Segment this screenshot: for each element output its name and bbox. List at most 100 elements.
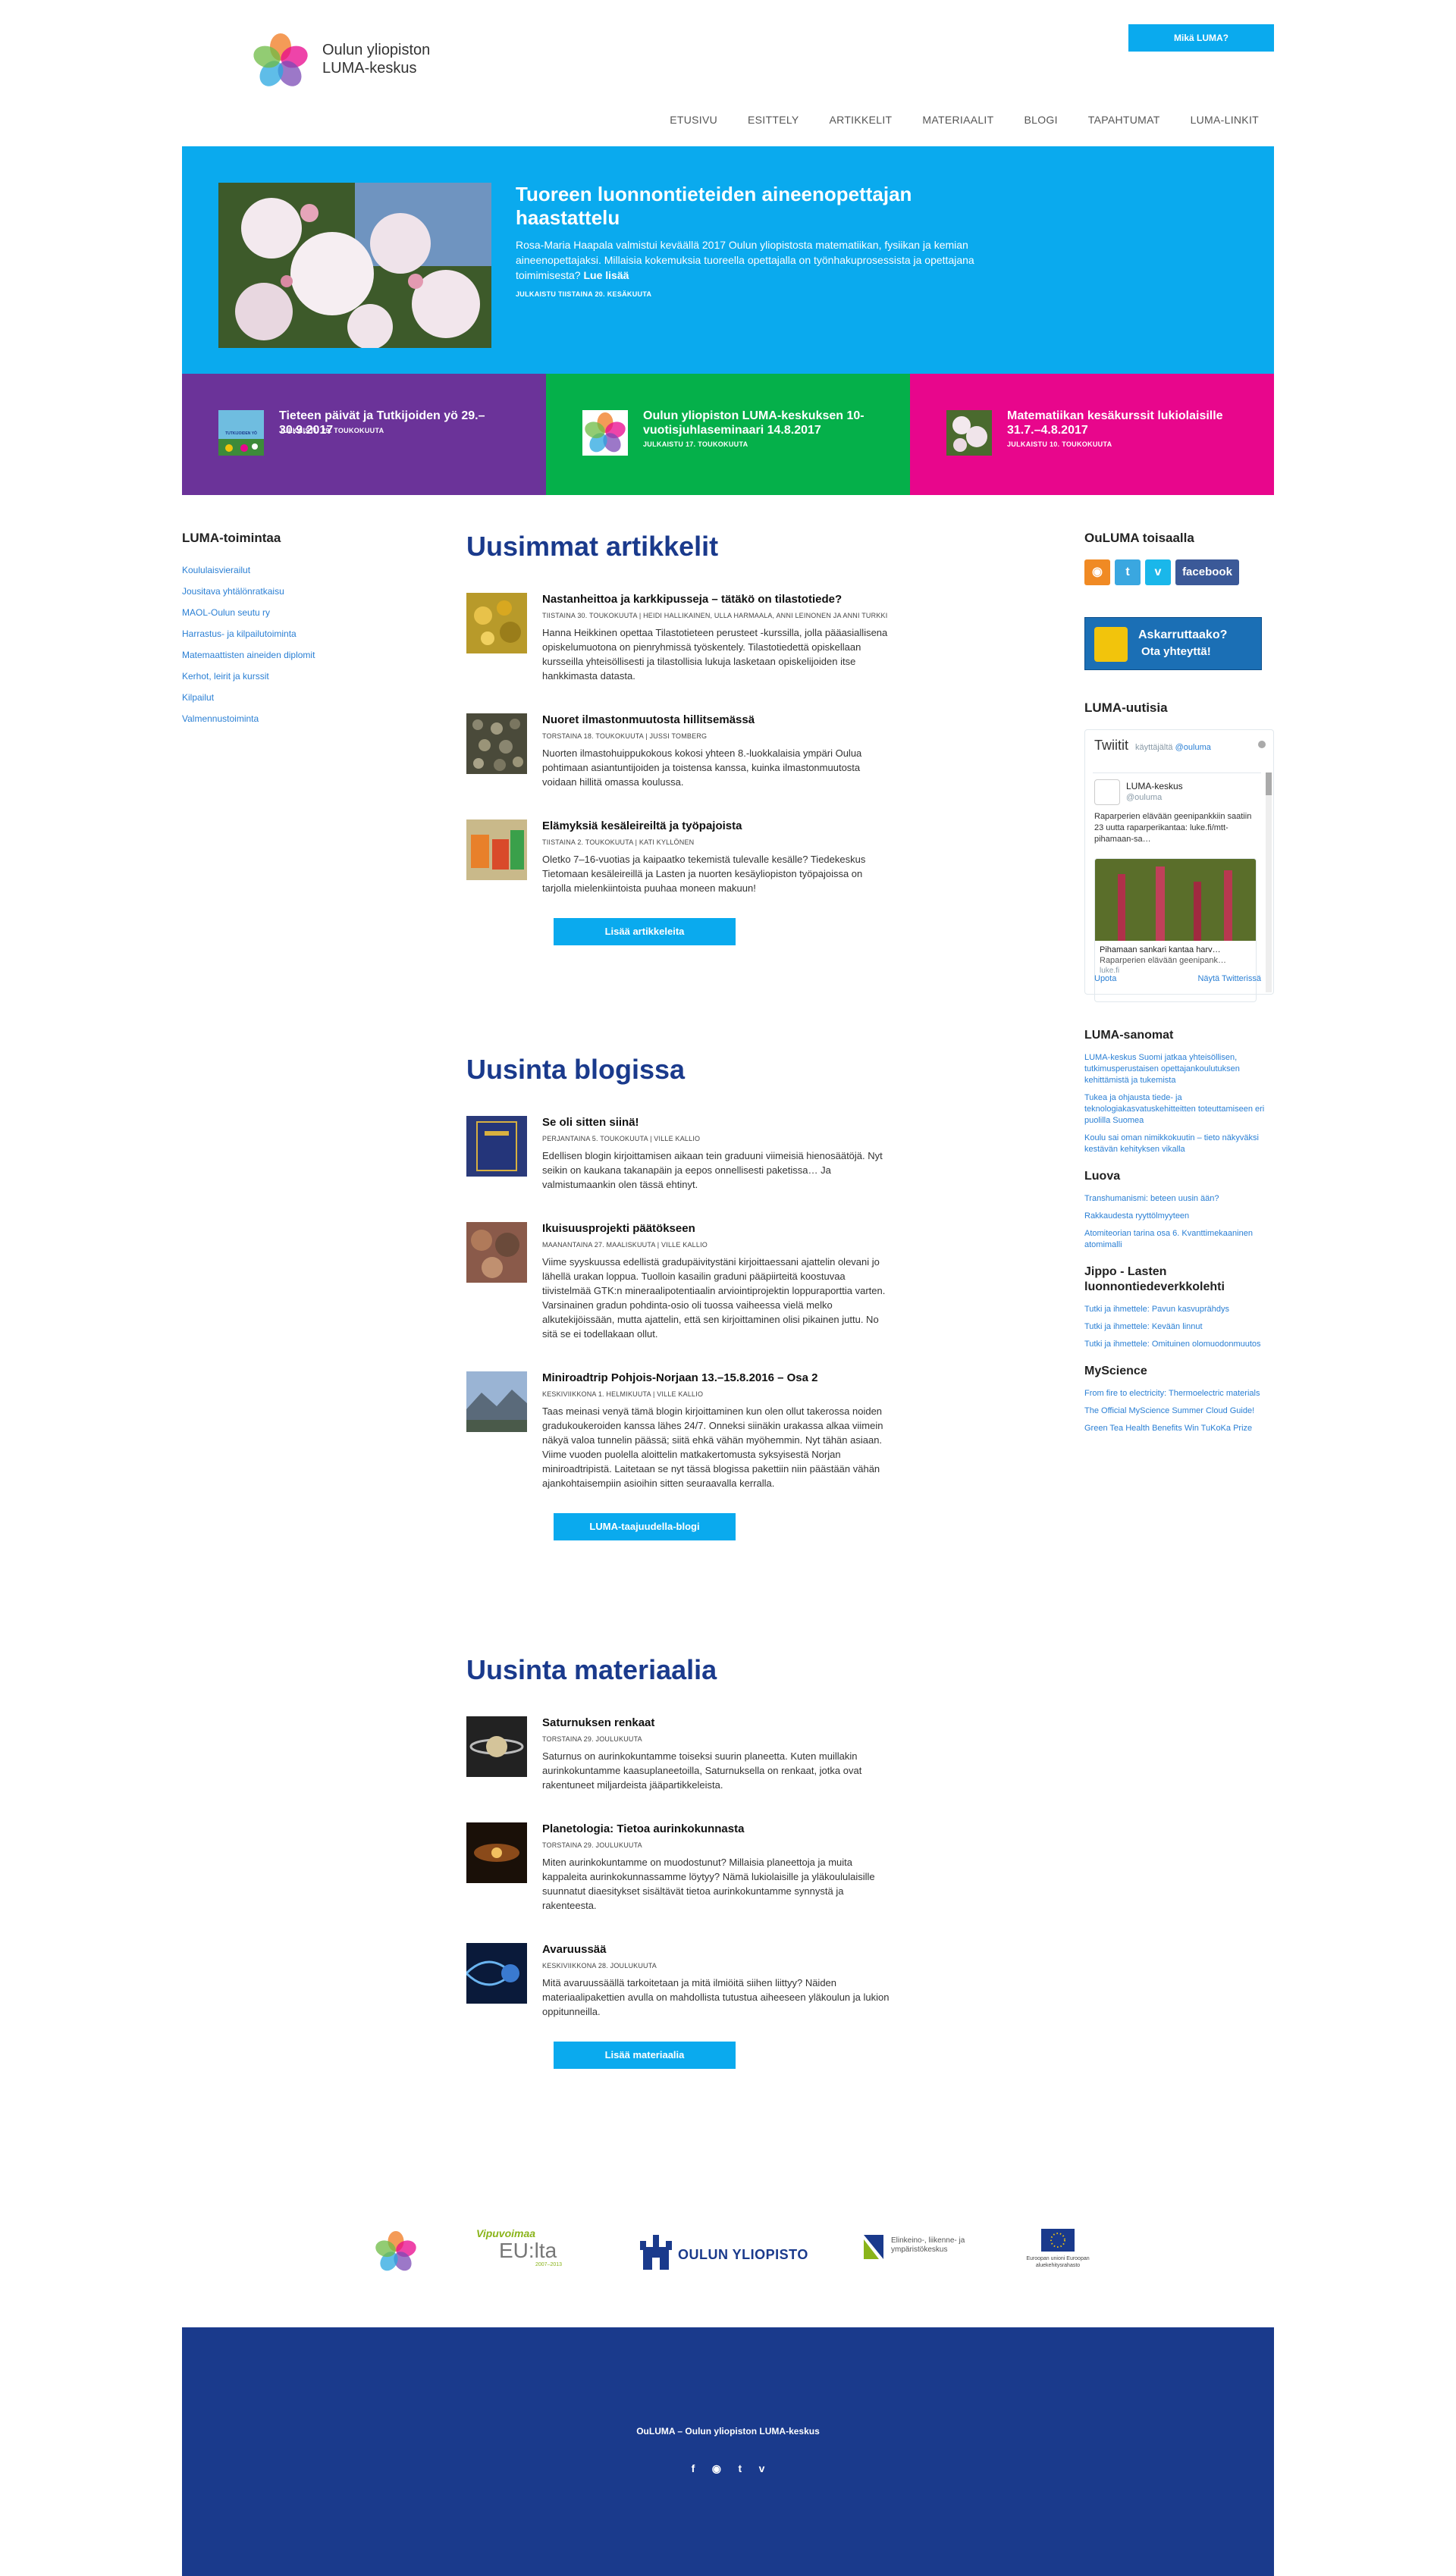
- sidebar-link[interactable]: Koululaisvierailut: [182, 559, 364, 581]
- blog-item[interactable]: Se oli sitten siinä! PERJANTAINA 5. TOUK…: [466, 1116, 891, 1192]
- blog-title[interactable]: Se oli sitten siinä!: [542, 1116, 891, 1130]
- blog-title[interactable]: Miniroadtrip Pohjois-Norjaan 13.–15.8.20…: [542, 1371, 891, 1385]
- rss-icon[interactable]: ◉: [712, 2462, 721, 2475]
- myscience-link[interactable]: Green Tea Health Benefits Win TuKoKa Pri…: [1084, 1423, 1274, 1434]
- hero-image[interactable]: [218, 183, 491, 348]
- twitter-scrollbar[interactable]: [1266, 772, 1272, 992]
- material-thumb[interactable]: [466, 1822, 527, 1883]
- jippo-link[interactable]: Tutki ja ihmettele: Kevään linnut: [1084, 1321, 1274, 1333]
- sidebar-link[interactable]: Harrastus- ja kilpailutoiminta: [182, 623, 364, 644]
- sanomat-link[interactable]: Koulu sai oman nimikkokuutin – tieto näk…: [1084, 1133, 1274, 1155]
- hero-title[interactable]: Tuoreen luonnontieteiden aineenopettajan…: [516, 183, 1016, 230]
- material-title[interactable]: Saturnuksen renkaat: [542, 1716, 891, 1730]
- blog-item[interactable]: Miniroadtrip Pohjois-Norjaan 13.–15.8.20…: [466, 1371, 891, 1490]
- material-title[interactable]: Avaruussää: [542, 1943, 891, 1957]
- blog-title[interactable]: Ikuisuusprojekti päätökseen: [542, 1222, 891, 1236]
- article-title[interactable]: Nastanheittoa ja karkkipusseja – tätäkö …: [542, 593, 891, 606]
- jippo-link[interactable]: Tutki ja ihmettele: Omituinen olomuodonm…: [1084, 1339, 1274, 1350]
- tweet-handle[interactable]: @ouluma: [1126, 793, 1162, 802]
- sidebar-link[interactable]: Kerhot, leirit ja kurssit: [182, 666, 364, 687]
- ask-contact-banner[interactable]: Askarruttaako? Ota yhteyttä!: [1084, 617, 1262, 670]
- article-title[interactable]: Nuoret ilmastonmuutosta hillitsemässä: [542, 713, 891, 727]
- tweet[interactable]: LUMA-keskus @ouluma Raparperien elävään …: [1093, 772, 1261, 1002]
- sidebar-link[interactable]: Valmennustoiminta: [182, 708, 364, 729]
- more-articles-button[interactable]: Lisää artikkeleita: [554, 918, 736, 945]
- tile-title[interactable]: Oulun yliopiston LUMA-keskuksen 10-vuoti…: [643, 409, 893, 437]
- sidebar-link[interactable]: Matemaattisten aineiden diplomit: [182, 644, 364, 666]
- blog-thumb[interactable]: [466, 1116, 527, 1177]
- blog-section: Uusinta blogissa Se oli sitten siinä! PE…: [466, 1054, 891, 1540]
- twitter-widget[interactable]: Twiitit käyttäjältä @ouluma LUMA-keskus …: [1084, 729, 1274, 1002]
- nav-esittely[interactable]: ESITTELY: [733, 114, 814, 126]
- luova-link[interactable]: Transhumanismi: beteen uusin ään?: [1084, 1193, 1274, 1205]
- material-thumb[interactable]: [466, 1943, 527, 2004]
- blog-item[interactable]: Ikuisuusprojekti päätökseen MAANANTAINA …: [466, 1222, 891, 1341]
- material-item[interactable]: Saturnuksen renkaat TORSTAINA 29. JOULUK…: [466, 1716, 891, 1792]
- nav-materiaalit[interactable]: MATERIAALIT: [907, 114, 1009, 126]
- material-item[interactable]: Planetologia: Tietoa aurinkokunnasta TOR…: [466, 1822, 891, 1913]
- blog-button[interactable]: LUMA-taajuudella-blogi: [554, 1513, 736, 1540]
- view-on-twitter-link[interactable]: Näytä Twitterissä: [1197, 974, 1261, 983]
- nav-artikkelit[interactable]: ARTIKKELIT: [814, 114, 908, 126]
- site-logo[interactable]: Oulun yliopiston LUMA-keskus: [250, 30, 508, 91]
- tile-image: TUTKIJOIDEN YÖ: [218, 410, 264, 456]
- twitter-icon[interactable]: t: [1115, 559, 1141, 585]
- material-thumb[interactable]: [466, 1716, 527, 1777]
- tile-juhlaseminaari[interactable]: Oulun yliopiston LUMA-keskuksen 10-vuoti…: [546, 374, 910, 495]
- hero-read-more[interactable]: Lue lisää: [583, 269, 629, 281]
- twitter-widget-title: Twiitit käyttäjältä @ouluma: [1094, 738, 1211, 753]
- myscience-link[interactable]: From fire to electricity: Thermoelectric…: [1084, 1388, 1274, 1399]
- footer-social: f ◉ t v: [182, 2462, 1274, 2476]
- ely-keskus-logo[interactable]: Elinkeino-, liikenne- ja ympäristökeskus: [861, 2232, 974, 2270]
- luma-logo[interactable]: [373, 2229, 419, 2274]
- material-item[interactable]: Avaruussää KESKIVIIKKONA 28. JOULUKUUTA …: [466, 1943, 891, 2019]
- vimeo-icon[interactable]: v: [759, 2462, 765, 2474]
- sidebar-link[interactable]: Jousitava yhtälönratkaisu: [182, 581, 364, 602]
- nav-etusivu[interactable]: ETUSIVU: [654, 114, 733, 126]
- facebook-icon[interactable]: f: [692, 2462, 695, 2474]
- article-item[interactable]: Elämyksiä kesäleireiltä ja työpajoista T…: [466, 819, 891, 895]
- twitter-icon[interactable]: t: [738, 2462, 742, 2474]
- myscience-link[interactable]: The Official MyScience Summer Cloud Guid…: [1084, 1406, 1274, 1417]
- article-thumb[interactable]: [466, 713, 527, 774]
- article-item[interactable]: Nuoret ilmastonmuutosta hillitsemässä TO…: [466, 713, 891, 789]
- hero-banner[interactable]: Tuoreen luonnontieteiden aineenopettajan…: [182, 146, 1274, 374]
- nav-luma-linkit[interactable]: LUMA-LINKIT: [1175, 114, 1274, 126]
- tile-tieteen-paivat[interactable]: TUTKIJOIDEN YÖ Tieteen päivät ja Tutkijo…: [182, 374, 546, 495]
- oulun-yliopisto-logo[interactable]: OULUN YLIOPISTO: [637, 2230, 811, 2273]
- blog-thumb[interactable]: [466, 1222, 527, 1283]
- blog-thumb[interactable]: [466, 1371, 527, 1432]
- luova-link[interactable]: Rakkaudesta ryyttölmyyteen: [1084, 1211, 1274, 1222]
- sanomat-link[interactable]: LUMA-keskus Suomi jatkaa yhteisöllisen, …: [1084, 1052, 1274, 1086]
- nav-blogi[interactable]: BLOGI: [1009, 114, 1072, 126]
- material-excerpt: Miten aurinkokuntamme on muodostunut? Mi…: [542, 1857, 875, 1911]
- jippo-link[interactable]: Tutki ja ihmettele: Pavun kasvuprähdys: [1084, 1304, 1274, 1315]
- eu-flag-logo[interactable]: Euroopan unioni Euroopan aluekehitysraha…: [1020, 2229, 1096, 2274]
- embed-link[interactable]: Upota: [1094, 974, 1116, 983]
- avatar[interactable]: [1094, 779, 1120, 805]
- rss-icon[interactable]: ◉: [1084, 559, 1110, 585]
- tile-title[interactable]: Matematiikan kesäkurssit lukiolaisille 3…: [1007, 409, 1257, 437]
- article-title[interactable]: Elämyksiä kesäleireiltä ja työpajoista: [542, 819, 891, 833]
- info-icon[interactable]: [1258, 741, 1266, 748]
- nav-tapahtumat[interactable]: TAPAHTUMAT: [1073, 114, 1175, 126]
- twitter-footer: Upota Näytä Twitterissä: [1094, 974, 1261, 983]
- tile-kesakurssit[interactable]: Matematiikan kesäkurssit lukiolaisille 3…: [910, 374, 1274, 495]
- article-item[interactable]: Nastanheittoa ja karkkipusseja – tätäkö …: [466, 593, 891, 683]
- vimeo-icon[interactable]: v: [1145, 559, 1171, 585]
- article-thumb[interactable]: [466, 593, 527, 653]
- tweet-author[interactable]: LUMA-keskus: [1126, 781, 1183, 791]
- vipuvoimaa-logo[interactable]: Vipuvoimaa EU:lta 2007–2013: [476, 2227, 582, 2276]
- sidebar-link[interactable]: MAOL-Oulun seutu ry: [182, 602, 364, 623]
- mika-luma-button[interactable]: Mikä LUMA?: [1128, 24, 1274, 52]
- more-material-button[interactable]: Lisää materiaalia: [554, 2042, 736, 2069]
- sanomat-link[interactable]: Tukea ja ohjausta tiede- ja teknologiaka…: [1084, 1092, 1274, 1127]
- material-title[interactable]: Planetologia: Tietoa aurinkokunnasta: [542, 1822, 891, 1836]
- article-excerpt: Oletko 7–16-vuotias ja kaipaatko tekemis…: [542, 854, 866, 894]
- jippo-heading: Jippo - Lasten luonnontiedeverkkolehti: [1084, 1265, 1225, 1293]
- luova-link[interactable]: Atomiteorian tarina osa 6. Kvanttimekaan…: [1084, 1228, 1274, 1251]
- twitter-handle-link[interactable]: @ouluma: [1175, 743, 1211, 752]
- article-thumb[interactable]: [466, 819, 527, 880]
- facebook-icon[interactable]: facebook: [1175, 559, 1239, 585]
- sidebar-link[interactable]: Kilpailut: [182, 687, 364, 708]
